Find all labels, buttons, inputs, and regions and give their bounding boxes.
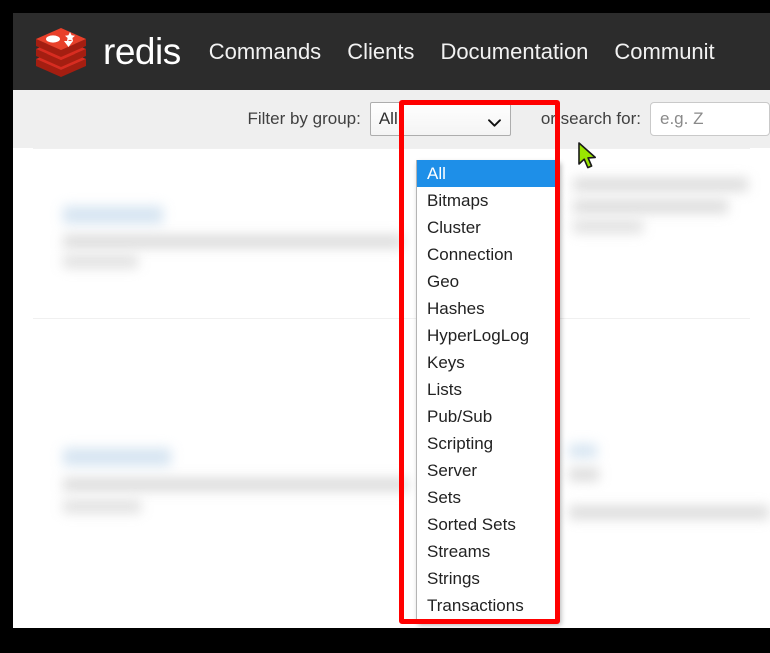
dropdown-option-keys[interactable]: Keys (417, 349, 558, 376)
list-item-description-2 (569, 506, 769, 519)
redis-stack-logo-icon (33, 26, 89, 78)
list-item-description-2 (63, 255, 138, 268)
or-search-for-label: or search for: (540, 109, 641, 128)
list-item-description (63, 235, 403, 248)
list-item-title (569, 444, 597, 458)
list-item-description (569, 468, 599, 481)
screenshot-frame: redis Commands Clients Documentation Com… (0, 0, 770, 653)
nav-link-documentation[interactable]: Documentation (440, 39, 588, 65)
nav-link-community[interactable]: Communit (614, 39, 714, 65)
dropdown-option-lists[interactable]: Lists (417, 376, 558, 403)
dropdown-option-pubsub[interactable]: Pub/Sub (417, 403, 558, 430)
content-divider (33, 318, 750, 319)
list-item-title (63, 448, 171, 466)
dropdown-option-all[interactable]: All (417, 160, 558, 187)
dropdown-option-streams[interactable]: Streams (417, 538, 558, 565)
primary-nav: Commands Clients Documentation Communit (209, 39, 715, 65)
filter-search-bar: Filter by group: All or search for: (13, 90, 770, 148)
content-divider (33, 148, 750, 149)
nav-link-clients[interactable]: Clients (347, 39, 414, 65)
dropdown-option-cluster[interactable]: Cluster (417, 214, 558, 241)
group-filter-dropdown-list[interactable]: All Bitmaps Cluster Connection Geo Hashe… (416, 160, 559, 622)
dropdown-option-transactions[interactable]: Transactions (417, 592, 558, 619)
group-filter-select[interactable]: All (369, 102, 511, 136)
site-navbar: redis Commands Clients Documentation Com… (13, 13, 770, 90)
dropdown-option-scripting[interactable]: Scripting (417, 430, 558, 457)
dropdown-option-connection[interactable]: Connection (417, 241, 558, 268)
brand-name: redis (103, 31, 181, 72)
browser-viewport: redis Commands Clients Documentation Com… (13, 13, 770, 628)
filter-by-group-label: Filter by group: (247, 109, 361, 128)
list-item-description (63, 478, 408, 491)
dropdown-option-geo[interactable]: Geo (417, 268, 558, 295)
dropdown-option-sorted-sets[interactable]: Sorted Sets (417, 511, 558, 538)
dropdown-option-server[interactable]: Server (417, 457, 558, 484)
dropdown-option-bitmaps[interactable]: Bitmaps (417, 187, 558, 214)
chevron-down-icon (487, 114, 501, 127)
list-item-description-3 (573, 220, 643, 233)
command-list-content (13, 148, 770, 628)
dropdown-option-hyperloglog[interactable]: HyperLogLog (417, 322, 558, 349)
group-filter-selected-value: All (378, 109, 398, 128)
dropdown-option-sets[interactable]: Sets (417, 484, 558, 511)
list-item-description (573, 178, 748, 191)
list-item-title (63, 206, 163, 224)
dropdown-option-hashes[interactable]: Hashes (417, 295, 558, 322)
dropdown-option-strings[interactable]: Strings (417, 565, 558, 592)
list-item-description-2 (573, 200, 728, 213)
nav-link-commands[interactable]: Commands (209, 39, 321, 65)
redis-home-link[interactable]: redis (33, 26, 181, 78)
command-search-input[interactable] (650, 102, 770, 136)
list-item-description-2 (63, 500, 141, 513)
